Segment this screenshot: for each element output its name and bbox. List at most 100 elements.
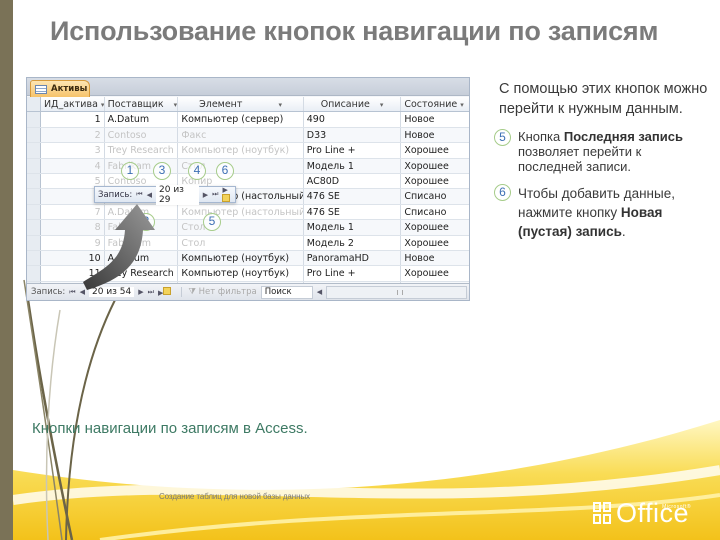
explanation-panel: С помощью этих кнопок можно перейти к ну… (494, 80, 709, 241)
item-text: позволяет перейти к последней записи. (518, 144, 642, 174)
cell-state[interactable]: Хорошее (401, 220, 469, 234)
dropdown-arrow-icon[interactable]: ▾ (380, 101, 384, 109)
tab-assets-label: Активы (51, 84, 88, 94)
cell-state[interactable]: Хорошее (401, 236, 469, 250)
table-row[interactable]: 2 Contoso Факс D33 Новое (27, 127, 469, 144)
cell-id[interactable]: 3 (41, 143, 105, 158)
table-row[interactable]: 4FabrikamСтолМодель 1Хорошее (27, 158, 469, 174)
callout-3: 3 (153, 162, 171, 180)
row-selector[interactable] (27, 158, 41, 173)
column-header-description[interactable]: Описание ▾ (304, 97, 402, 112)
filter-icon: ⧩ (188, 287, 196, 297)
cell-description[interactable]: 476 SE (304, 189, 402, 204)
cell-description[interactable]: 476 SE (304, 204, 402, 220)
row-selector[interactable] (27, 204, 41, 220)
cell-supplier[interactable]: Contoso (105, 127, 179, 143)
cell-description[interactable]: 490 (304, 112, 402, 127)
cell-item[interactable]: Стол (178, 220, 304, 235)
cell-id[interactable]: 4 (41, 158, 105, 173)
office-wordmark: Office Microsoft® (616, 500, 691, 527)
row-selector[interactable] (27, 189, 41, 204)
select-all-cell[interactable] (27, 97, 41, 112)
column-header-label: Состояние (404, 99, 458, 110)
callout-5: 5 (203, 213, 221, 231)
callout-6-badge: 6 (494, 184, 511, 201)
previous-record-button[interactable]: ◀ (147, 191, 152, 199)
cell-state[interactable]: Хорошее (401, 266, 469, 280)
item-bold-text: Последняя запись (563, 129, 683, 144)
cell-state[interactable]: Списано (401, 189, 469, 203)
column-header-id[interactable]: ИД_актива ▾ (41, 97, 105, 112)
scroll-left-button[interactable]: ◀ (317, 288, 322, 296)
row-selector[interactable] (27, 235, 41, 250)
cell-description[interactable]: Модель 1 (304, 158, 402, 173)
cell-description[interactable]: PanoramaHD (304, 251, 402, 266)
new-record-button[interactable]: ▶ (222, 186, 235, 204)
dropdown-arrow-icon[interactable]: ▾ (460, 101, 464, 109)
tab-assets[interactable]: Активы (30, 80, 90, 97)
cell-item[interactable]: Компьютер (ноутбук) (178, 266, 304, 281)
cell-item[interactable]: Компьютер (настольный) (178, 204, 304, 220)
column-header-label: Поставщик (107, 99, 164, 110)
explanation-item-new-record: 6 Чтобы добавить данные, нажмите кнопку … (494, 184, 709, 241)
last-record-button[interactable]: ⏭ (212, 190, 218, 199)
cell-state[interactable]: Новое (401, 112, 469, 126)
cell-description[interactable]: Модель 2 (304, 235, 402, 250)
cell-supplier[interactable]: A.Datum (105, 112, 179, 127)
row-selector[interactable] (27, 127, 41, 143)
row-selector[interactable] (27, 174, 41, 189)
column-header-label: Элемент (199, 99, 243, 110)
column-header-state[interactable]: Состояние ▾ (401, 97, 469, 111)
filter-label: Нет фильтра (198, 287, 257, 297)
cell-description[interactable]: Pro Line + (304, 266, 402, 281)
first-record-button[interactable]: ⏮ (136, 190, 142, 199)
cell-item[interactable]: Компьютер (ноутбук) (178, 143, 304, 158)
callout-5-badge: 5 (494, 129, 511, 146)
cell-item[interactable]: Компьютер (сервер) (178, 112, 304, 127)
cell-supplier[interactable]: Trey Research (105, 143, 179, 158)
horizontal-scrollbar[interactable] (326, 285, 467, 299)
cell-state[interactable]: Списано (401, 205, 469, 219)
row-selector[interactable] (27, 112, 41, 127)
cell-item[interactable]: Стол (178, 235, 304, 250)
dropdown-arrow-icon[interactable]: ▾ (278, 101, 282, 109)
column-header-supplier[interactable]: Поставщик ▾ (105, 97, 179, 112)
row-selector[interactable] (27, 220, 41, 235)
cell-state[interactable]: Хорошее (401, 143, 469, 157)
intro-text: С помощью этих кнопок можно перейти к ну… (499, 81, 708, 117)
cell-description[interactable]: Модель 1 (304, 220, 402, 235)
table-row[interactable]: 1 A.Datum Компьютер (сервер) 490 Новое (27, 112, 469, 128)
cell-item[interactable]: Факс (178, 127, 304, 143)
cell-description[interactable]: Pro Line + (304, 143, 402, 158)
cell-id[interactable]: 2 (41, 127, 105, 143)
search-input[interactable]: Поиск (260, 285, 313, 299)
office-logo-icon (593, 502, 613, 526)
record-label: Запись: (31, 287, 66, 297)
row-selector[interactable] (27, 251, 41, 266)
cell-state[interactable]: Хорошее (401, 159, 469, 173)
callout-6: 6 (216, 162, 234, 180)
table-row[interactable]: 3 Trey Research Компьютер (ноутбук) Pro Lin… (27, 143, 469, 159)
cell-state[interactable]: Хорошее (401, 174, 469, 188)
filter-status[interactable]: ⧩ Нет фильтра (181, 287, 257, 297)
cell-description[interactable]: D33 (304, 127, 402, 143)
column-header-label: ИД_актива (43, 99, 98, 110)
cell-item[interactable]: Компьютер (ноутбук) (178, 251, 304, 266)
cell-description[interactable]: AC80D (304, 174, 402, 189)
item-text: . (621, 224, 626, 239)
row-selector[interactable] (27, 266, 41, 281)
callout-4: 4 (188, 162, 206, 180)
scroll-grip[interactable] (396, 289, 403, 295)
new-record-icon (222, 193, 231, 202)
office-logo: Office Microsoft® (593, 500, 691, 527)
dropdown-arrow-icon[interactable]: ▾ (174, 101, 178, 109)
column-header-item[interactable]: Элемент ▾ (178, 97, 304, 112)
cell-state[interactable]: Новое (401, 128, 469, 142)
cell-state[interactable]: Новое (401, 251, 469, 265)
next-record-button[interactable]: ▶ (203, 191, 208, 199)
cell-id[interactable]: 1 (41, 112, 105, 127)
object-tab-strip: Активы (27, 78, 469, 97)
footer-text: Создание таблиц для новой базы данных (159, 492, 310, 501)
row-selector[interactable] (27, 143, 41, 158)
column-header-label: Описание (320, 99, 370, 110)
